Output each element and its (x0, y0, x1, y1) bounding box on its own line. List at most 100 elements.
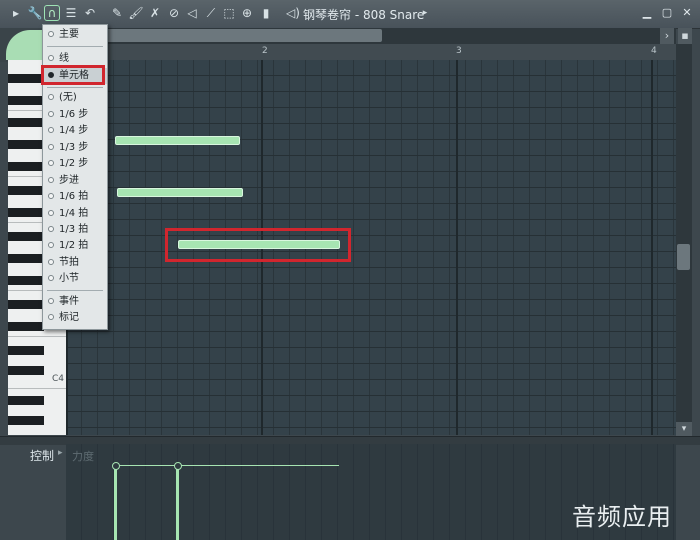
radio-icon (48, 314, 54, 320)
slice-icon[interactable]: ⟋ (203, 5, 219, 21)
control-parameter: 力度 (72, 450, 94, 463)
menu-item-half-beat[interactable]: 1/2 拍 (43, 238, 107, 254)
black-key[interactable] (8, 208, 44, 217)
horizontal-scroll-thumb[interactable] (106, 29, 382, 42)
black-key[interactable] (8, 300, 44, 309)
menu-item-third-step[interactable]: 1/3 步 (43, 140, 107, 156)
ruler-bar-3: 3 (456, 46, 462, 56)
horizontal-scrollbar[interactable] (66, 28, 676, 44)
control-arrow-icon[interactable]: ▸ (58, 448, 63, 458)
velocity-handle[interactable] (112, 462, 120, 470)
menu-item-marker[interactable]: 标记 (43, 310, 107, 326)
title-arrow-icon[interactable]: ▸ (417, 5, 433, 21)
black-key[interactable] (8, 96, 44, 105)
velocity-bar[interactable] (176, 465, 179, 540)
play-triangle-icon[interactable]: ▸ (8, 5, 24, 21)
black-key[interactable] (8, 366, 44, 375)
vertical-scrollbar[interactable] (676, 44, 692, 436)
black-key[interactable] (8, 322, 44, 331)
no-entry-icon[interactable]: ⊘ (166, 5, 182, 21)
radio-icon (48, 210, 54, 216)
radio-icon (48, 242, 54, 248)
menu-item-sixth-step[interactable]: 1/6 步 (43, 107, 107, 123)
close-icon[interactable]: ✕ (680, 5, 694, 21)
zoom-icon[interactable]: ⊕ (239, 5, 255, 21)
black-key[interactable] (8, 162, 44, 171)
menu-highlight-box (41, 65, 105, 85)
watermark-text: 音频应用 (572, 503, 672, 531)
radio-icon (48, 298, 54, 304)
radio-icon (48, 127, 54, 133)
radio-icon (48, 259, 54, 265)
pencil-icon[interactable]: ✎ (109, 5, 125, 21)
bar-line (456, 60, 458, 435)
black-key[interactable] (8, 396, 44, 405)
black-key[interactable] (8, 276, 44, 285)
black-key[interactable] (8, 416, 44, 425)
menu-item-beat[interactable]: 节拍 (43, 255, 107, 271)
key-divider (8, 336, 66, 337)
black-key[interactable] (8, 118, 44, 127)
black-key[interactable] (8, 346, 44, 355)
control-label[interactable]: 控制 (30, 447, 54, 464)
menu-item-event[interactable]: 事件 (43, 294, 107, 310)
window-title[interactable]: 钢琴卷帘 - 808 Snare (303, 6, 424, 23)
radio-icon (48, 160, 54, 166)
menu-item-none[interactable]: (无) (43, 90, 107, 106)
minimize-icon[interactable]: ▁ (640, 5, 654, 21)
mute-icon[interactable]: ◁ (184, 5, 200, 21)
menu-separator (47, 46, 103, 47)
black-key[interactable] (8, 74, 44, 83)
undo-icon[interactable]: ↶ (82, 5, 98, 21)
note[interactable] (117, 188, 243, 197)
black-key[interactable] (8, 254, 44, 263)
speaker-icon[interactable]: ▮ (258, 5, 274, 21)
menu-list-icon[interactable]: ☰ (63, 5, 79, 21)
menu-item-quarter-step[interactable]: 1/4 步 (43, 123, 107, 139)
velocity-handle[interactable] (174, 462, 182, 470)
menu-item-sixth-beat[interactable]: 1/6 拍 (43, 189, 107, 205)
wrench-icon[interactable]: 🔧 (27, 5, 43, 21)
scroll-menu-icon[interactable]: ▪ (678, 28, 692, 44)
scroll-right-icon[interactable]: › (660, 28, 674, 44)
menu-item-main[interactable]: 主要 (43, 27, 107, 43)
radio-icon (48, 111, 54, 117)
menu-item-quarter-beat[interactable]: 1/4 拍 (43, 206, 107, 222)
radio-icon (48, 193, 54, 199)
speaker-sound-icon: ◁) (286, 6, 300, 20)
velocity-bar[interactable] (114, 465, 117, 540)
black-key[interactable] (8, 232, 44, 241)
maximize-icon[interactable]: ▢ (660, 5, 674, 21)
menu-separator (47, 290, 103, 291)
note-highlight-box (165, 228, 351, 262)
menu-item-half-step[interactable]: 1/2 步 (43, 156, 107, 172)
radio-icon (48, 94, 54, 100)
black-key[interactable] (8, 186, 44, 195)
bar-line (651, 60, 653, 435)
radio-icon (48, 275, 54, 281)
menu-item-step[interactable]: 步进 (43, 173, 107, 189)
radio-icon (48, 177, 54, 183)
magnet-snap-icon[interactable]: ∩ (44, 5, 60, 21)
scroll-down-icon[interactable]: ▾ (676, 422, 692, 436)
radio-icon (48, 55, 54, 61)
radio-icon (48, 144, 54, 150)
note-grid[interactable] (66, 60, 676, 435)
menu-item-third-beat[interactable]: 1/3 拍 (43, 222, 107, 238)
c4-label: C4 (52, 374, 65, 384)
select-icon[interactable]: ⬚ (221, 5, 237, 21)
ruler-bar-4: 4 (651, 46, 657, 56)
radio-icon (48, 31, 54, 37)
menu-item-bar[interactable]: 小节 (43, 271, 107, 287)
note[interactable] (115, 136, 240, 145)
ruler-bar-2: 2 (262, 46, 268, 56)
menu-separator (47, 87, 103, 88)
time-ruler[interactable]: 2 3 4 (66, 44, 676, 61)
velocity-level-line (115, 465, 339, 466)
black-key[interactable] (8, 140, 44, 149)
paintbrush-icon[interactable]: 🖌 (128, 5, 144, 21)
delete-brush-icon[interactable]: ✗ (147, 5, 163, 21)
key-divider (8, 388, 66, 389)
radio-icon (48, 226, 54, 232)
vertical-scroll-thumb[interactable] (677, 244, 690, 270)
